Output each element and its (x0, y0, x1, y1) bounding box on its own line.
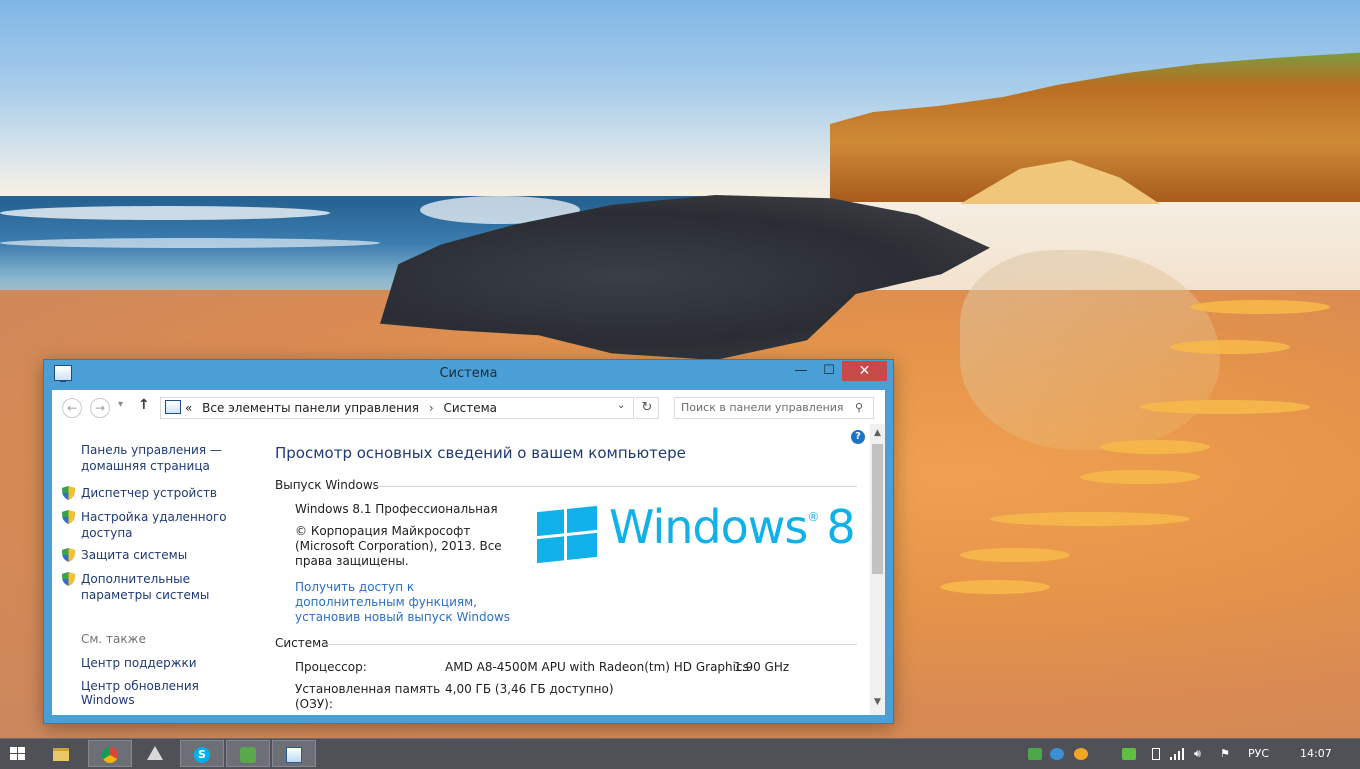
breadcrumb-system[interactable]: Система (443, 401, 497, 415)
taskbar-control-panel[interactable] (272, 740, 316, 767)
shield-icon (62, 572, 75, 586)
system-window: Система — ☐ ✕ ← → ▾ ↑ « Все элементы пан… (44, 360, 893, 723)
chrome-icon (102, 747, 118, 763)
search-box[interactable]: ⚲ (674, 397, 874, 419)
breadcrumb-overflow[interactable]: « (185, 401, 192, 415)
sidebar-item-label: Настройка удаленного доступа (81, 510, 227, 540)
taskbar-game-app[interactable] (226, 740, 270, 767)
control-panel-home-link[interactable]: Панель управления — домашняя страница (81, 442, 241, 474)
main-content: Просмотр основных сведений о вашем компь… (275, 424, 865, 715)
page-title: Просмотр основных сведений о вашем компь… (275, 444, 686, 462)
action-center-flag-icon[interactable]: ⚑ (1220, 748, 1234, 760)
windows-update-link[interactable]: Центр обновления Windows (81, 679, 252, 707)
app-triangle-icon (147, 746, 163, 760)
left-pane: Панель управления — домашняя страница Ди… (52, 424, 252, 715)
address-dropdown-icon[interactable]: ⌄ (617, 400, 625, 411)
tray-app-icon[interactable] (1028, 748, 1042, 760)
taskbar-app[interactable] (134, 740, 178, 767)
action-center-link[interactable]: Центр поддержки (81, 656, 197, 670)
address-bar[interactable]: « Все элементы панели управления › Систе… (160, 397, 634, 419)
wallpaper-wave (0, 206, 330, 220)
taskbar: S 🔊︎ ⚑ РУС 14:07 (0, 738, 1360, 769)
windows-edition-heading: Выпуск Windows (275, 478, 379, 492)
breadcrumb-all-items[interactable]: Все элементы панели управления (202, 401, 419, 415)
vertical-scrollbar[interactable]: ▲ ▼ (870, 424, 885, 715)
folder-icon (53, 748, 69, 761)
taskbar-chrome[interactable] (88, 740, 132, 767)
section-divider (325, 644, 857, 645)
wallpaper-ripple (960, 548, 1070, 562)
sidebar-item-label: Защита системы (81, 548, 188, 562)
maximize-button[interactable]: ☐ (816, 361, 842, 381)
sidebar-item-label: Диспетчер устройств (81, 486, 218, 500)
recent-locations-dropdown[interactable]: ▾ (118, 399, 123, 410)
up-button[interactable]: ↑ (138, 397, 150, 413)
tray-avast-icon[interactable] (1074, 748, 1088, 760)
scroll-thumb[interactable] (872, 444, 883, 574)
windows-edition-name: Windows 8.1 Профессиональная (295, 502, 498, 516)
wallpaper-ripple (940, 580, 1050, 594)
wallpaper-ripple (1190, 300, 1330, 314)
breadcrumb-separator[interactable]: › (429, 401, 434, 415)
copyright-text: © Корпорация Майкрософт (Microsoft Corpo… (295, 524, 502, 568)
back-button[interactable]: ← (62, 398, 82, 418)
processor-speed: 1.90 GHz (734, 660, 790, 674)
control-panel-icon (165, 400, 181, 414)
processor-value: AMD A8-4500M APU with Radeon(tm) HD Grap… (445, 660, 749, 674)
start-button[interactable] (10, 747, 26, 761)
shield-icon (62, 486, 75, 500)
see-also-heading: См. также (81, 632, 146, 646)
wallpaper-ripple (1100, 440, 1210, 454)
wifi-signal-icon[interactable] (1170, 748, 1184, 760)
scroll-up-arrow[interactable]: ▲ (870, 428, 885, 440)
scroll-down-arrow[interactable]: ▼ (870, 697, 885, 709)
navigation-bar: ← → ▾ ↑ « Все элементы панели управления… (52, 390, 885, 424)
window-title: Система (439, 366, 498, 381)
title-bar[interactable]: Система — ☐ ✕ (44, 360, 893, 388)
clock[interactable]: 14:07 (1300, 747, 1332, 760)
wallpaper-ripple (1140, 400, 1310, 414)
windows-flag-icon (537, 500, 597, 564)
taskbar-skype[interactable]: S (180, 740, 224, 767)
memory-value: 4,00 ГБ (3,46 ГБ доступно) (445, 682, 614, 696)
close-button[interactable]: ✕ (842, 361, 887, 381)
section-divider (373, 486, 857, 487)
processor-label: Процессор: (295, 660, 367, 674)
upgrade-link[interactable]: Получить доступ к дополнительным функция… (295, 580, 515, 625)
wallpaper-ripple (990, 512, 1190, 526)
minimize-button[interactable]: — (788, 361, 814, 381)
search-input[interactable] (681, 400, 849, 415)
system-heading: Система (275, 636, 329, 650)
tray-security-icon[interactable] (1122, 748, 1136, 760)
search-icon[interactable]: ⚲ (855, 401, 863, 414)
refresh-button[interactable]: ↻ (636, 397, 659, 419)
windows-logo: Windows® 8 (537, 500, 856, 566)
windows-logo-text: Windows® 8 (609, 500, 856, 554)
battery-icon[interactable] (1152, 748, 1160, 760)
shield-icon (62, 548, 75, 562)
memory-label: Установленная память (ОЗУ): (295, 682, 441, 711)
skype-icon: S (194, 747, 210, 763)
taskbar-file-explorer[interactable] (40, 740, 84, 767)
tray-network-app-icon[interactable] (1050, 748, 1064, 760)
input-language[interactable]: РУС (1248, 747, 1269, 760)
window-client-area: ← → ▾ ↑ « Все элементы панели управления… (52, 390, 885, 715)
wallpaper-wave (0, 238, 380, 248)
wallpaper-ripple (1080, 470, 1200, 484)
sidebar-item-label: Дополнительные параметры системы (81, 572, 210, 602)
shield-icon (62, 510, 75, 524)
game-app-icon (240, 747, 256, 763)
forward-button[interactable]: → (90, 398, 110, 418)
volume-icon[interactable]: 🔊︎ (1194, 748, 1208, 760)
wallpaper-ripple (1170, 340, 1290, 354)
control-panel-icon (286, 747, 302, 763)
breadcrumb: « Все элементы панели управления › Систе… (185, 401, 503, 415)
